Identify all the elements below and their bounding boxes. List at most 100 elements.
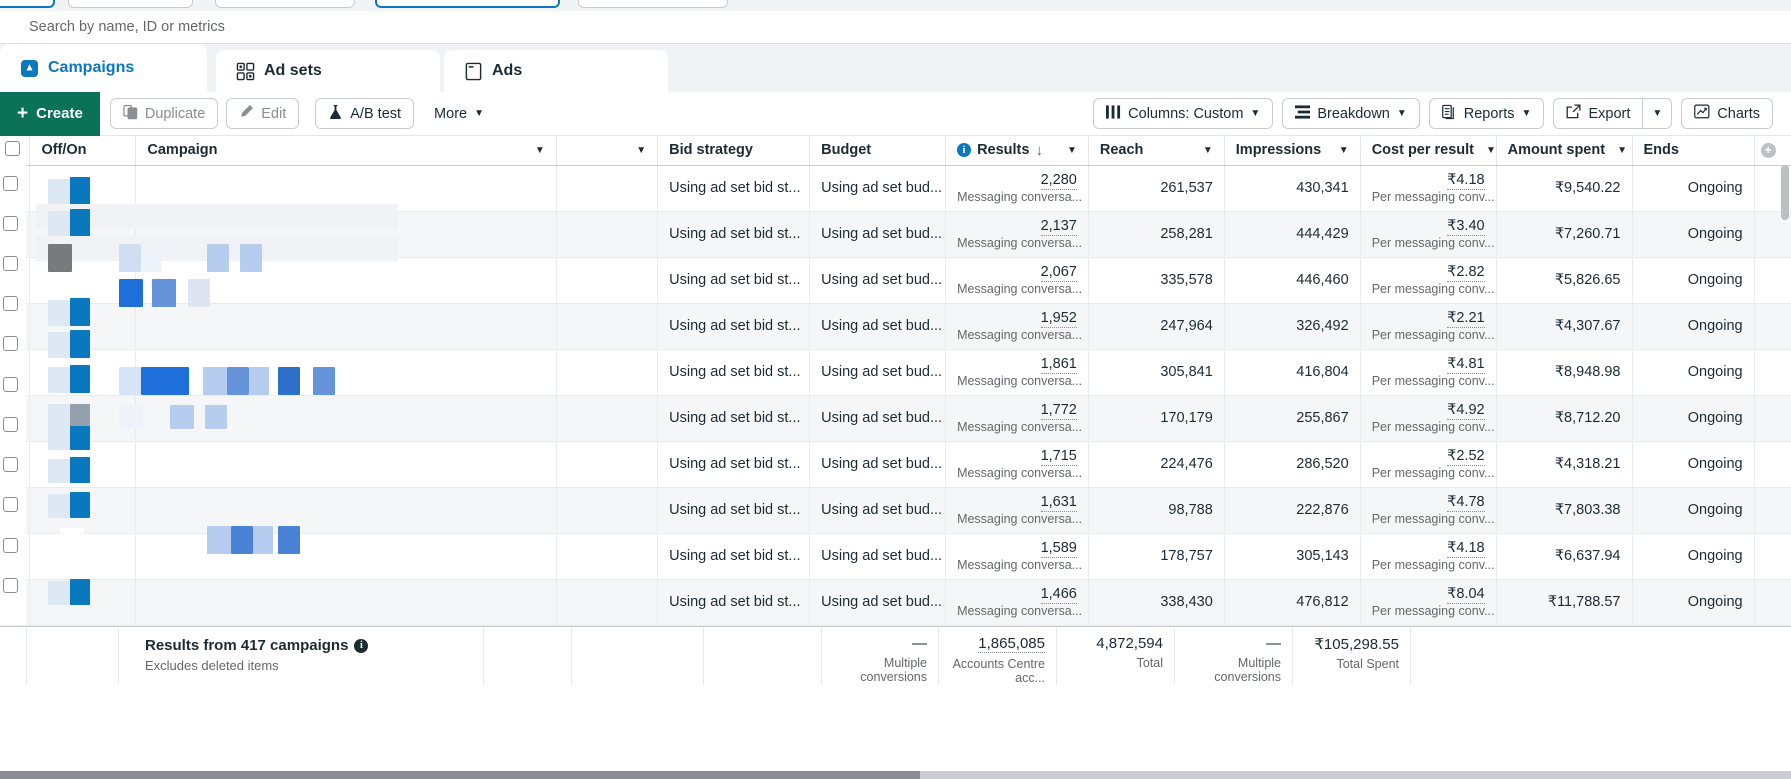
sort-desc-icon[interactable]: ↓ <box>1035 142 1043 159</box>
edit-button[interactable]: Edit <box>226 98 300 129</box>
chevron-down-icon[interactable]: ▼ <box>1203 145 1213 156</box>
table-row[interactable]: Using ad set bid st...Using ad set bud..… <box>0 579 1791 626</box>
row-checkbox[interactable] <box>3 417 18 432</box>
cpr-value[interactable]: ₹4.92 <box>1447 401 1485 420</box>
vertical-scrollbar[interactable] <box>1781 165 1789 620</box>
tab-ads[interactable]: Ads <box>444 50 668 92</box>
search-input[interactable] <box>27 18 1703 36</box>
results-value[interactable]: 1,861 <box>1040 355 1077 374</box>
results-value[interactable]: 1,466 <box>1040 585 1077 604</box>
redaction-block <box>70 457 90 483</box>
search-bar[interactable] <box>0 11 1791 44</box>
columns-button[interactable]: Columns: Custom ▼ <box>1093 98 1274 129</box>
filter-chip[interactable] <box>578 0 728 8</box>
export-button[interactable]: Export <box>1553 98 1643 129</box>
table-row[interactable]: Using ad set bid st...Using ad set bud..… <box>0 395 1791 442</box>
cell-blank <box>556 533 659 580</box>
row-checkbox[interactable] <box>3 578 18 593</box>
row-checkbox[interactable] <box>3 457 18 472</box>
col-add-column[interactable]: + <box>1754 136 1791 166</box>
cpr-value[interactable]: ₹3.40 <box>1447 217 1485 236</box>
level-tab-bar: Campaigns Ad sets Ads <box>0 44 1791 127</box>
export-menu-button[interactable]: ▼ <box>1642 98 1673 129</box>
results-sublabel: Messaging conversa... <box>957 327 1083 342</box>
chevron-down-icon[interactable]: ▼ <box>1486 145 1496 156</box>
col-blank[interactable]: ▼ <box>556 136 659 166</box>
results-value[interactable]: 2,137 <box>1040 217 1077 236</box>
filter-chip[interactable] <box>375 0 560 8</box>
col-label: Reach <box>1099 142 1144 159</box>
row-checkbox[interactable] <box>3 296 18 311</box>
cpr-sublabel: Per messaging conv... <box>1371 419 1495 434</box>
cell-amount-spent: ₹8,712.20 <box>1496 395 1633 442</box>
col-label: Amount spent <box>1507 142 1606 159</box>
cell-blank <box>556 211 659 258</box>
cpr-value[interactable]: ₹8.04 <box>1447 585 1485 604</box>
results-value[interactable]: 1,772 <box>1040 401 1077 420</box>
cell-blank <box>556 487 659 534</box>
breakdown-button[interactable]: Breakdown ▼ <box>1282 98 1420 129</box>
cpr-sublabel: Per messaging conv... <box>1371 327 1495 342</box>
ab-test-button[interactable]: A/B test <box>315 98 415 129</box>
info-icon[interactable]: i <box>957 143 972 158</box>
tab-adsets[interactable]: Ad sets <box>216 50 440 92</box>
more-button[interactable]: More ▼ <box>422 98 496 129</box>
chevron-down-icon[interactable]: ▼ <box>1067 145 1077 156</box>
table-row[interactable]: Using ad set bid st...Using ad set bud..… <box>0 257 1791 304</box>
row-checkbox[interactable] <box>3 497 18 512</box>
col-impressions[interactable]: Impressions ▼ <box>1224 136 1361 166</box>
cell-impressions: 326,492 <box>1224 303 1361 350</box>
scrollbar-thumb[interactable] <box>1781 165 1789 220</box>
row-checkbox[interactable] <box>3 216 18 231</box>
cell-ends: Ongoing <box>1632 211 1755 258</box>
results-value[interactable]: 2,280 <box>1040 171 1077 190</box>
redaction-block <box>70 330 90 358</box>
filter-chip[interactable] <box>68 0 193 8</box>
horizontal-scrollbar[interactable] <box>0 771 1791 779</box>
cpr-value[interactable]: ₹2.21 <box>1447 309 1485 328</box>
filter-chip[interactable] <box>215 0 355 8</box>
chevron-down-icon[interactable]: ▼ <box>1339 145 1349 156</box>
tab-campaigns[interactable]: Campaigns <box>0 44 207 92</box>
select-all-checkbox[interactable] <box>5 140 20 156</box>
create-button[interactable]: + Create <box>0 91 100 136</box>
row-checkbox[interactable] <box>3 336 18 351</box>
cpr-value[interactable]: ₹4.81 <box>1447 355 1485 374</box>
cell-budget: Using ad set bud... <box>809 303 947 350</box>
chevron-down-icon[interactable]: ▼ <box>535 145 545 156</box>
cpr-value[interactable]: ₹2.52 <box>1447 447 1485 466</box>
row-checkbox[interactable] <box>3 176 18 191</box>
scrollbar-thumb[interactable] <box>0 771 920 779</box>
col-cost-per-result[interactable]: Cost per result ▼ <box>1360 136 1497 166</box>
col-results[interactable]: i Results ↓ ▼ <box>945 136 1089 166</box>
results-value[interactable]: 1,631 <box>1040 493 1077 512</box>
results-value[interactable]: 1,589 <box>1040 539 1077 558</box>
table-row[interactable]: Using ad set bid st...Using ad set bud..… <box>0 441 1791 488</box>
row-checkbox[interactable] <box>3 377 18 392</box>
results-value[interactable]: 1,715 <box>1040 447 1077 466</box>
chevron-down-icon[interactable]: ▼ <box>1617 145 1627 156</box>
col-label: Budget <box>821 142 872 159</box>
row-checkbox[interactable] <box>3 538 18 553</box>
filter-chip[interactable] <box>0 0 55 8</box>
row-checkbox[interactable] <box>3 256 18 271</box>
col-campaign[interactable]: Campaign ▼ <box>135 136 557 166</box>
add-column-icon[interactable]: + <box>1760 142 1776 158</box>
charts-button[interactable]: Charts <box>1681 98 1773 129</box>
info-icon[interactable]: i <box>354 638 369 653</box>
results-value[interactable]: 1,952 <box>1040 309 1077 328</box>
duplicate-button[interactable]: Duplicate <box>109 98 219 129</box>
chevron-down-icon[interactable]: ▼ <box>636 145 646 156</box>
col-reach[interactable]: Reach ▼ <box>1088 136 1225 166</box>
cell-budget: Using ad set bud... <box>809 441 947 488</box>
cpr-value[interactable]: ₹4.78 <box>1447 493 1485 512</box>
col-amount-spent[interactable]: Amount spent ▼ <box>1496 136 1633 166</box>
table-row[interactable]: Using ad set bid st...Using ad set bud..… <box>0 303 1791 350</box>
cell-bid-strategy: Using ad set bid st... <box>657 349 811 396</box>
cpr-value[interactable]: ₹2.82 <box>1447 263 1485 282</box>
select-all-header[interactable] <box>0 136 31 166</box>
reports-button[interactable]: Reports ▼ <box>1428 98 1545 129</box>
cpr-value[interactable]: ₹4.18 <box>1447 539 1485 558</box>
cpr-value[interactable]: ₹4.18 <box>1447 171 1485 190</box>
results-value[interactable]: 2,067 <box>1040 263 1077 282</box>
